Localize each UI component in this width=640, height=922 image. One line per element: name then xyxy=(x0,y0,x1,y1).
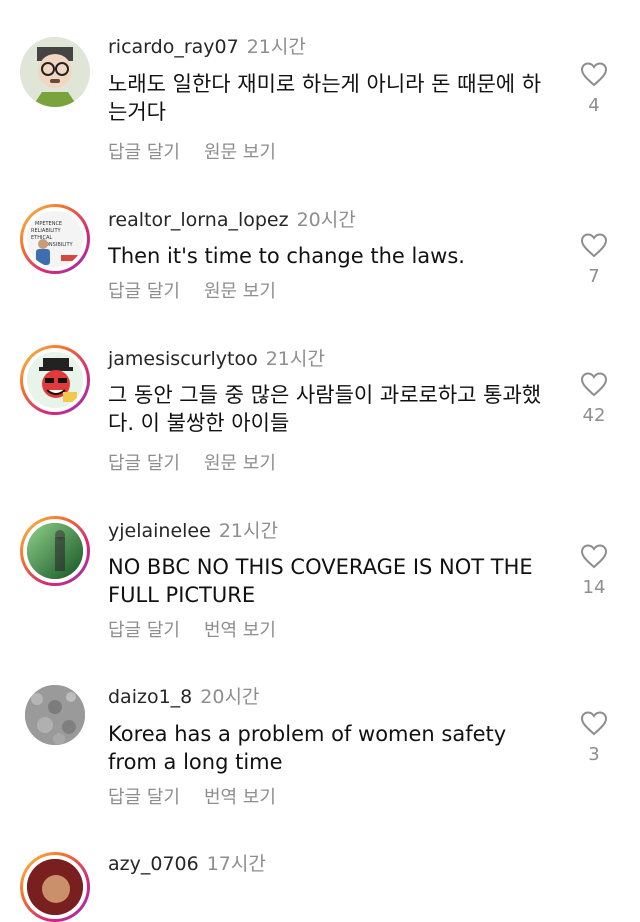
heart-icon[interactable] xyxy=(580,61,608,87)
like-count: 42 xyxy=(582,405,606,426)
cartoon-face-avatar-icon xyxy=(27,352,83,408)
view-original-button[interactable]: 원문 보기 xyxy=(204,453,276,474)
svg-text:RELIABILITY: RELIABILITY xyxy=(31,228,62,234)
texture-avatar-icon xyxy=(25,685,85,745)
reply-button[interactable]: 답글 달기 xyxy=(108,281,180,302)
comment-text: NO BBC NO THIS COVERAGE IS NOT THE FULL … xyxy=(108,555,533,607)
comment-text: Then it's time to change the laws. xyxy=(108,244,465,268)
translate-button[interactable]: 번역 보기 xyxy=(204,787,276,808)
avatar[interactable] xyxy=(20,37,90,107)
avatar[interactable] xyxy=(25,685,85,745)
reply-button[interactable]: 답글 달기 xyxy=(108,787,180,808)
timestamp: 21시간 xyxy=(218,520,278,542)
username[interactable]: realtor_lorna_lopez xyxy=(108,209,289,231)
like-count: 14 xyxy=(582,577,606,598)
heart-icon[interactable] xyxy=(580,710,608,736)
timestamp: 21시간 xyxy=(265,348,325,370)
cartoon-avatar-icon xyxy=(20,37,90,107)
timestamp: 20시간 xyxy=(296,209,356,231)
svg-text:ONSIBILITY: ONSIBILITY xyxy=(45,242,74,248)
comment-text: Korea has a problem of women safety from… xyxy=(108,722,507,774)
view-original-button[interactable]: 원문 보기 xyxy=(204,142,276,163)
username[interactable]: daizo1_8 xyxy=(108,686,192,708)
reply-button[interactable]: 답글 달기 xyxy=(108,453,180,474)
timestamp: 21시간 xyxy=(246,36,306,58)
timestamp: 20시간 xyxy=(200,686,260,708)
avatar[interactable] xyxy=(20,345,90,415)
avatar[interactable] xyxy=(20,516,90,586)
timestamp: 17시간 xyxy=(206,853,266,875)
heart-icon[interactable] xyxy=(580,232,608,258)
reply-button[interactable]: 답글 달기 xyxy=(108,142,180,163)
username[interactable]: ricardo_ray07 xyxy=(108,36,239,58)
username[interactable]: jamesiscurlytoo xyxy=(108,348,258,370)
comment-text: 노래도 일한다 재미로 하는게 아니라 돈 때문에 하는거다 xyxy=(108,72,542,124)
username[interactable]: yjelainelee xyxy=(108,520,211,542)
like-count: 3 xyxy=(588,744,600,765)
avatar[interactable] xyxy=(20,852,90,922)
username[interactable]: azy_0706 xyxy=(108,853,199,875)
like-count: 4 xyxy=(588,95,600,116)
reply-button[interactable]: 답글 달기 xyxy=(108,620,180,641)
heart-icon[interactable] xyxy=(580,371,608,397)
avatar[interactable]: MPETENCE RELIABILITY ETHICAL ONSIBILITY xyxy=(20,204,90,274)
heart-icon[interactable] xyxy=(580,543,608,569)
comment-text: 그 동안 그들 중 많은 사람들이 과로로하고 통과했다. 이 불쌍한 아이들 xyxy=(108,383,542,435)
like-count: 7 xyxy=(588,266,600,287)
poster-avatar-icon: MPETENCE RELIABILITY ETHICAL ONSIBILITY xyxy=(27,211,83,267)
view-original-button[interactable]: 원문 보기 xyxy=(204,281,276,302)
svg-text:MPETENCE: MPETENCE xyxy=(35,221,62,227)
photo-avatar-icon xyxy=(27,523,83,579)
translate-button[interactable]: 번역 보기 xyxy=(204,620,276,641)
partial-avatar-icon xyxy=(27,859,83,915)
